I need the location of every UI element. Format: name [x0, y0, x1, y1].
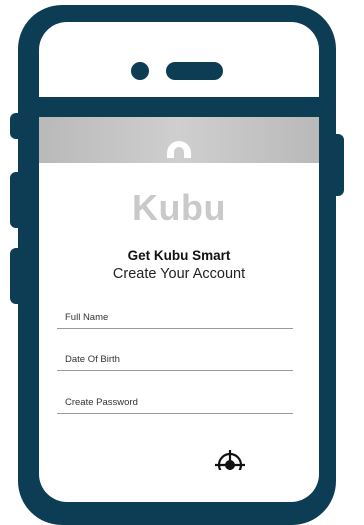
full-name-field-wrapper [57, 306, 293, 329]
front-camera [131, 62, 149, 80]
brand-wordmark: Kubu [132, 187, 226, 228]
page-subtitle: Create Your Account [112, 266, 246, 282]
full-name-input[interactable] [57, 306, 293, 328]
date-of-birth-input[interactable] [57, 348, 293, 370]
password-input[interactable] [57, 391, 293, 413]
password-field-wrapper [57, 391, 293, 414]
phone-speaker [166, 62, 223, 80]
kubu-logo-icon [167, 141, 191, 158]
crosshair-icon[interactable] [215, 450, 245, 470]
date-of-birth-field-wrapper [57, 348, 293, 371]
screen-top-edge [39, 97, 319, 117]
app-screen: Kubu Get Kubu Smart Create Your Account [39, 117, 319, 470]
page-headline: Get Kubu Smart [127, 248, 231, 263]
app-header [39, 117, 319, 163]
